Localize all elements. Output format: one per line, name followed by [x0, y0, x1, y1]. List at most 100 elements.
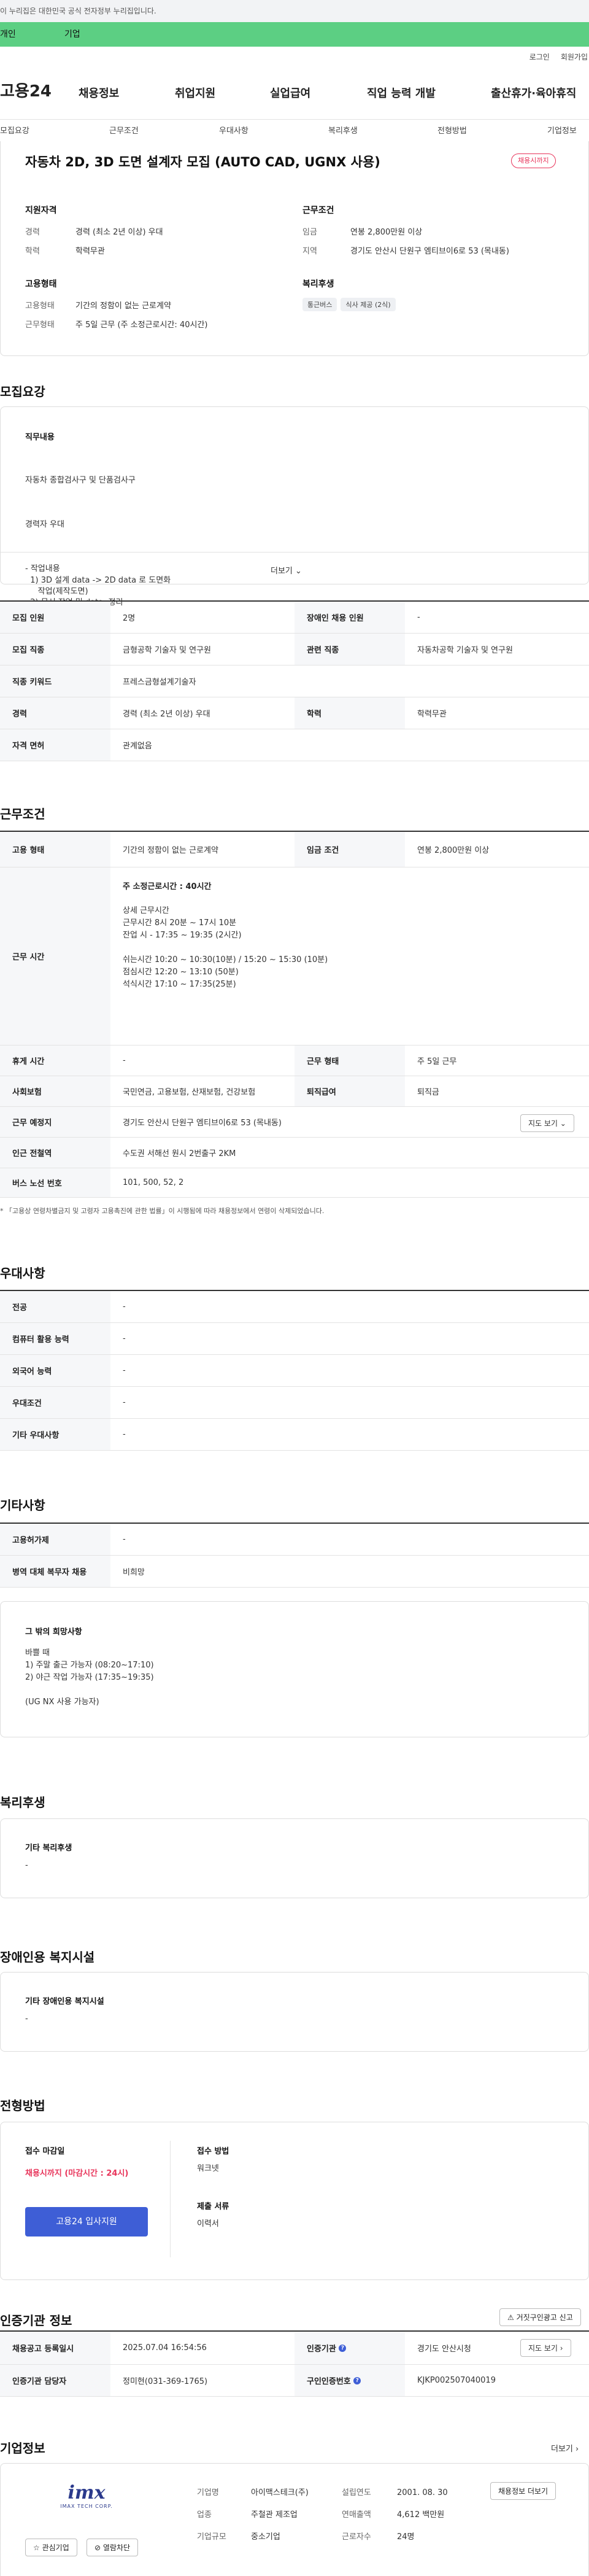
work-time-detail: 주 소정근로시간 : 40시간 상세 근무시간 근무시간 8시 20분 ~ 17시… — [123, 882, 328, 989]
gnb-skill-development[interactable]: 직업 능력 개발 — [367, 85, 436, 101]
block-view-button[interactable]: ⊘ 열람차단 — [87, 2539, 139, 2556]
cert-section-title: 인증기관 정보 — [0, 2313, 72, 2328]
tab-enterprise[interactable]: 기업 — [64, 22, 80, 47]
disability-label: 기타 장애인용 복지시설 — [25, 1997, 104, 2006]
gnb-unemployment-benefit[interactable]: 실업급여 — [270, 85, 310, 101]
table-row: 고용 형태 기간의 정함이 없는 근로계약 임금 조건 연봉 2,800만원 이상 — [0, 832, 589, 867]
table-row: 채용공고 등록일시 2025.07.04 16:54:56 인증기관 ? 경기도 안… — [0, 2332, 589, 2365]
welfare-heading: 복리후생 — [302, 279, 334, 289]
table-row: 근무 예정지 경기도 안산시 단원구 엠티브이6로 53 (목내동) 지도 보기 … — [0, 1107, 589, 1138]
company-section-title: 기업정보 — [0, 2441, 45, 2456]
qual-career: 경력 경력 (최소 2년 이상) 우대 — [25, 228, 163, 237]
deadline-badge: 채용시까지 — [511, 153, 556, 168]
recruit-section-title: 모집요강 — [0, 384, 45, 399]
header-divider — [0, 119, 589, 120]
interest-company-button[interactable]: ☆ 관심기업 — [25, 2539, 77, 2556]
job-title: 자동차 2D, 3D 도면 설계자 모집 (AUTO CAD, UGNX 사용) — [25, 155, 380, 169]
recruit-table: 모집 인원 2명 장애인 채용 인원 - 모집 직종 금형공학 기술자 및 연구원 관… — [0, 600, 589, 761]
wish-label: 그 밖의 희망사항 — [25, 1627, 82, 1637]
emp-heading: 고용형태 — [25, 279, 57, 289]
process-divider — [170, 2141, 171, 2257]
info-icon[interactable]: ? — [339, 2344, 347, 2352]
subnav-work[interactable]: 근무조건 — [109, 124, 139, 136]
cert-table: 채용공고 등록일시 2025.07.04 16:54:56 인증기관 ? 경기도 안… — [0, 2330, 589, 2397]
disability-section-title: 장애인용 복지시설 — [0, 1950, 95, 1965]
gnb-employment-support[interactable]: 취업지원 — [175, 85, 215, 101]
etc-section-title: 기타사항 — [0, 1498, 45, 1513]
table-row: 근무 시간 주 소정근로시간 : 40시간 상세 근무시간 근무시간 8시 20분… — [0, 867, 589, 1046]
work-section-title: 근무조건 — [0, 807, 45, 821]
duty-divider — [1, 552, 588, 553]
table-row: 버스 노선 번호 101, 500, 52, 2 — [0, 1168, 589, 1198]
site-logo[interactable]: 고용24 — [0, 79, 52, 101]
table-row: 컴퓨터 활용 능력 - — [0, 1323, 589, 1355]
deadline-value: 채용시까지 (마감시간 : 24시) — [25, 2169, 129, 2178]
company-founded: 설립연도 2001. 08. 30 — [342, 2488, 448, 2497]
company-revenue: 연매출액 4,612 백만원 — [342, 2510, 445, 2520]
pref-table: 전공 - 컴퓨터 활용 능력 - 외국어 능력 - 우대조건 - 기타 우대사항 - — [0, 1290, 589, 1451]
subnav-process[interactable]: 전형방법 — [437, 124, 467, 136]
subnav-pref[interactable]: 우대사항 — [219, 124, 248, 136]
gov-banner: 이 누리집은 대한민국 공식 전자정부 누리집입니다. — [0, 0, 589, 22]
company-jobs-button[interactable]: 채용정보 더보기 — [490, 2482, 556, 2500]
cond-wage: 임금 연봉 2,800만원 이상 — [302, 228, 423, 237]
info-icon[interactable]: ? — [353, 2376, 361, 2384]
work-map-button[interactable]: 지도 보기 ⌄ — [520, 1114, 574, 1132]
report-icon: ⚠ — [507, 2313, 514, 2322]
table-row: 전공 - — [0, 1291, 589, 1323]
gnb-parental-leave[interactable]: 출산휴가·육아휴직 — [491, 85, 576, 101]
company-card: imx IMAX TECH CORP. ☆ 관심기업 ⊘ 열람차단 기업명 아이맥… — [0, 2463, 589, 2576]
disability-card: 기타 장애인용 복지시설 - — [0, 1972, 589, 2052]
table-row: 직종 키워드 프레스금형설계기술자 — [0, 665, 589, 697]
gnb-jobs[interactable]: 채용정보 — [79, 85, 119, 101]
false-ad-report-button[interactable]: ⚠ 거짓구인광고 신고 — [499, 2308, 581, 2326]
apply-button[interactable]: 고용24 입사지원 — [25, 2207, 148, 2237]
block-icon: ⊘ — [94, 2543, 101, 2552]
docs-label: 제출 서류 — [197, 2202, 229, 2211]
company-employees: 근로자수 24명 — [342, 2532, 415, 2542]
table-row: 인근 전철역 수도권 서해선 원시 2번출구 2KM — [0, 1138, 589, 1168]
utility-nav: 로그인 회원가입 — [518, 52, 588, 65]
table-row: 사회보험 국민연금, 고용보험, 산재보험, 건강보험 퇴직급여 퇴직금 — [0, 1076, 589, 1107]
welfare-section-title: 복리후생 — [0, 1795, 45, 1810]
company-name: 기업명 아이맥스테크(주) — [197, 2488, 309, 2497]
tab-personal[interactable]: 개인 — [0, 22, 16, 47]
pref-section-title: 우대사항 — [0, 1266, 45, 1281]
table-row: 기타 우대사항 - — [0, 1419, 589, 1451]
table-row: 모집 직종 금형공학 기술자 및 연구원 관련 직종 자동차공학 기술자 및 연구원 — [0, 634, 589, 665]
table-row: 인증기관 담당자 정미현(031-369-1765) 구인인증번호 ? KJKP00… — [0, 2365, 589, 2397]
table-row: 병역 대체 복무자 채용 비희망 — [0, 1556, 589, 1588]
qual-heading: 지원자격 — [25, 206, 57, 215]
welfare-etc-label: 기타 복리후생 — [25, 1844, 72, 1853]
etc-wish-card: 그 밖의 희망사항 바쁠 때 1) 주말 출근 가능자 (08:20~17:10)… — [0, 1601, 589, 1737]
etc-table: 고용허가제 - 병역 대체 복무자 채용 비희망 — [0, 1523, 589, 1588]
duty-card: 직무내용 자동차 종합검사구 및 단품검사구 경력자 우대 - 작업내용 1) … — [0, 406, 589, 607]
login-link[interactable]: 로그인 — [529, 53, 550, 61]
table-row: 고용허가제 - — [0, 1524, 589, 1556]
deadline-label: 접수 마감일 — [25, 2147, 65, 2156]
company-industry: 업종 주철관 제조업 — [197, 2510, 298, 2520]
user-type-tabs: 개인 기업 — [0, 22, 589, 47]
job-summary-card: 자동차 2D, 3D 도면 설계자 모집 (AUTO CAD, UGNX 사용)… — [0, 141, 589, 356]
table-row: 우대조건 - — [0, 1387, 589, 1419]
subnav-company[interactable]: 기업정보 — [547, 124, 577, 136]
emp-shift: 근무형태 주 5일 근무 (주 소정근로시간: 40시간) — [25, 320, 208, 330]
wish-text: 바쁠 때 1) 주말 출근 가능자 (08:20~17:10) 2) 야근 작업 가… — [25, 1648, 154, 1707]
work-table: 고용 형태 기간의 정함이 없는 근로계약 임금 조건 연봉 2,800만원 이상 … — [0, 831, 589, 1198]
qual-education: 학력 학력무관 — [25, 247, 105, 256]
subnav-recruit[interactable]: 모집요강 — [0, 124, 29, 136]
table-row: 경력 경력 (최소 2년 이상) 우대 학력 학력무관 — [0, 697, 589, 729]
cert-map-button[interactable]: 지도 보기 › — [520, 2339, 571, 2357]
company-logo: imx IMAX TECH CORP. — [60, 2482, 113, 2509]
subnav-welfare[interactable]: 복리후생 — [328, 124, 358, 136]
table-row: 자격 면허 관계없음 — [0, 729, 589, 761]
star-icon: ☆ — [33, 2543, 40, 2552]
method-label: 접수 방법 — [197, 2147, 229, 2156]
signup-link[interactable]: 회원가입 — [561, 53, 588, 61]
process-card: 접수 마감일 채용시까지 (마감시간 : 24시) 고용24 입사지원 접수 방… — [0, 2122, 589, 2280]
company-more-link[interactable]: 더보기 › — [551, 2442, 579, 2454]
age-notice: * 「고용상 연령차별금지 및 고령자 고용촉진에 관한 법률」이 시행됨에 따… — [0, 1207, 325, 1215]
process-section-title: 전형방법 — [0, 2098, 45, 2113]
emp-type: 고용형태 기간의 정함이 없는 근로계약 — [25, 301, 171, 311]
duty-more-button[interactable]: 더보기 ⌄ — [271, 564, 302, 576]
